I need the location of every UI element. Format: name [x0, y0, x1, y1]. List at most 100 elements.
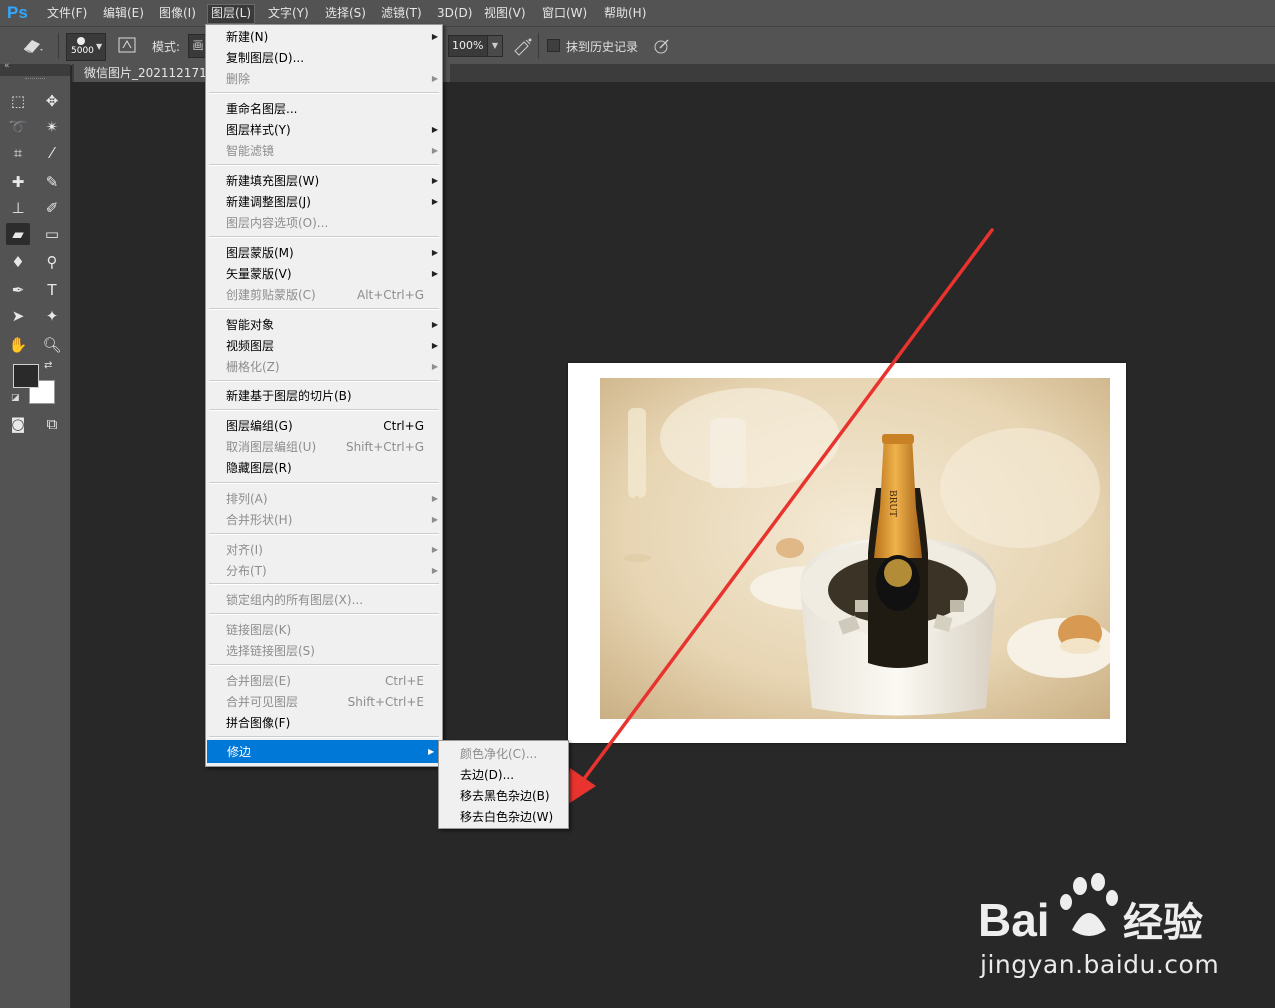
menu-select[interactable]: 选择(S) — [322, 5, 369, 23]
options-bar: 5000 ▼ 模式: 画笔 100% ▼ 抹到历史记录 — [0, 26, 1275, 66]
menu-item-hide-layers[interactable]: 隐藏图层(R) — [226, 458, 436, 478]
menu-item-combine-shapes[interactable]: 合并形状(H) ▶ — [226, 510, 438, 530]
menu-item-layer-content-options[interactable]: 图层内容选项(O)... — [226, 213, 436, 233]
layer-menu-dropdown: 新建(N) ▶ 复制图层(D)... 删除 ▶ 重命名图层... 图层样式(Y) ▶ … — [205, 24, 443, 767]
submenu-arrow-icon: ▶ — [431, 125, 438, 134]
path-selection-tool-icon[interactable]: ➤ — [6, 305, 30, 327]
submenu-arrow-icon: ▶ — [431, 248, 438, 257]
menu-item-matting-label: 修边 — [227, 745, 252, 759]
menu-item-layer-style[interactable]: 图层样式(Y) ▶ — [226, 120, 438, 140]
tools-panel: ⬚ ✥ ➰ ✴ ⌗ ⁄ ✚ ✎ ⊥ ✐ ▰ ▭ ♦ ⚲ ✒ T ➤ ✦ ✋ 🔍︎… — [0, 76, 71, 1008]
menu-item-layer-mask[interactable]: 图层蒙版(M) ▶ — [226, 243, 438, 263]
submenu-arrow-icon: ▶ — [431, 176, 438, 185]
submenu-item-color-decontaminate[interactable]: 颜色净化(C)... — [460, 744, 537, 764]
move-tool-icon[interactable]: ✥ — [40, 90, 64, 112]
shape-tool-icon[interactable]: ✦ — [40, 305, 64, 327]
menu-item-delete[interactable]: 删除 ▶ — [226, 69, 438, 89]
lasso-tool-icon[interactable]: ➰ — [6, 116, 30, 138]
submenu-item-remove-white-matte[interactable]: 移去白色杂边(W) — [460, 807, 553, 827]
hand-tool-icon[interactable]: ✋ — [6, 334, 30, 356]
menu-image[interactable]: 图像(I) — [156, 5, 199, 23]
menu-item-lock-all-layers-in-group[interactable]: 锁定组内的所有图层(X)... — [226, 590, 436, 610]
submenu-arrow-icon: ▶ — [431, 341, 438, 350]
default-colors-icon[interactable]: ◪ — [11, 393, 20, 403]
menu-item-new-adjustment-layer[interactable]: 新建调整图层(J) ▶ — [226, 192, 438, 212]
menu-item-new[interactable]: 新建(N) ▶ — [226, 27, 438, 47]
toolbar-header[interactable]: « — [0, 61, 70, 76]
marquee-tool-icon[interactable]: ⬚ — [6, 90, 30, 112]
paw-icon — [1060, 873, 1118, 936]
zoom-tool-icon[interactable]: 🔍︎ — [40, 334, 64, 356]
quick-mask-icon[interactable]: ◙ — [6, 413, 30, 435]
menu-item-ungroup-layers[interactable]: 取消图层编组(U) Shift+Ctrl+G — [226, 437, 436, 457]
menu-item-select-linked-layers[interactable]: 选择链接图层(S) — [226, 641, 436, 661]
menu-view[interactable]: 视图(V) — [481, 5, 529, 23]
menu-item-distribute[interactable]: 分布(T) ▶ — [226, 561, 438, 581]
pen-tool-icon[interactable]: ✒ — [6, 279, 30, 301]
menu-filter[interactable]: 滤镜(T) — [378, 5, 425, 23]
menu-file[interactable]: 文件(F) — [44, 5, 90, 23]
brush-panel-icon[interactable] — [117, 36, 137, 54]
menu-item-align[interactable]: 对齐(I) ▶ — [226, 540, 438, 560]
submenu-arrow-icon: ▶ — [431, 494, 438, 503]
menu-item-arrange[interactable]: 排列(A) ▶ — [226, 489, 438, 509]
menu-item-link-layers[interactable]: 链接图层(K) — [226, 620, 436, 640]
submenu-arrow-icon: ▶ — [431, 545, 438, 554]
dodge-tool-icon[interactable]: ⚲ — [40, 251, 64, 273]
magic-wand-tool-icon[interactable]: ✴ — [40, 116, 64, 138]
collapse-icon[interactable]: « — [4, 61, 10, 71]
menu-item-merge-layers[interactable]: 合并图层(E) Ctrl+E — [226, 671, 436, 691]
menu-edit[interactable]: 编辑(E) — [100, 5, 147, 23]
menu-bar: Ps 文件(F) 编辑(E) 图像(I) 图层(L) 文字(Y) 选择(S) 滤… — [0, 0, 1275, 26]
brush-tool-icon[interactable]: ✎ — [40, 171, 64, 193]
screen-mode-icon[interactable]: ⧉ — [40, 413, 64, 435]
brush-size-picker[interactable]: 5000 ▼ — [66, 33, 106, 61]
eraser-tool-icon[interactable]: ▰ — [6, 223, 30, 245]
healing-brush-tool-icon[interactable]: ✚ — [6, 171, 30, 193]
submenu-arrow-icon: ▶ — [428, 747, 435, 756]
erase-to-history-checkbox[interactable] — [547, 39, 560, 52]
eyedropper-tool-icon[interactable]: ⁄ — [40, 142, 64, 164]
matting-submenu: 颜色净化(C)... 去边(D)... 移去黑色杂边(B) 移去白色杂边(W) — [438, 740, 569, 829]
menu-item-merge-visible[interactable]: 合并可见图层 Shift+Ctrl+E — [226, 692, 436, 712]
menu-item-smart-filter[interactable]: 智能滤镜 ▶ — [226, 141, 438, 161]
brush-tip-icon — [77, 37, 85, 45]
watermark-brand: Bai — [978, 894, 1050, 946]
menu-item-duplicate-layer[interactable]: 复制图层(D)... — [226, 48, 436, 68]
gradient-tool-icon[interactable]: ▭ — [40, 223, 64, 245]
menu-item-flatten-image[interactable]: 拼合图像(F) — [226, 713, 436, 733]
blur-tool-icon[interactable]: ♦ — [6, 251, 30, 273]
menu-item-rasterize[interactable]: 栅格化(Z) ▶ — [226, 357, 438, 377]
clone-stamp-tool-icon[interactable]: ⊥ — [6, 197, 30, 219]
menu-item-group-layers[interactable]: 图层编组(G) Ctrl+G — [226, 416, 436, 436]
crop-tool-icon[interactable]: ⌗ — [6, 142, 30, 164]
type-tool-icon[interactable]: T — [40, 279, 64, 301]
opacity-dropdown-icon[interactable]: ▼ — [487, 35, 503, 57]
airbrush-icon[interactable] — [512, 36, 534, 56]
mode-label: 模式: — [152, 40, 181, 54]
menu-help[interactable]: 帮助(H) — [601, 5, 649, 23]
menu-item-create-clipping-mask[interactable]: 创建剪贴蒙版(C) Alt+Ctrl+G — [226, 285, 436, 305]
menu-3d[interactable]: 3D(D) — [434, 5, 475, 23]
history-brush-tool-icon[interactable]: ✐ — [40, 197, 64, 219]
menu-item-smart-objects[interactable]: 智能对象 ▶ — [226, 315, 438, 335]
menu-layer[interactable]: 图层(L) — [207, 4, 256, 24]
chevron-down-icon: ▼ — [96, 42, 103, 51]
swap-colors-icon[interactable]: ⇄ — [44, 360, 52, 371]
eraser-tool-preset-icon[interactable] — [20, 35, 44, 55]
annotation-arrow — [562, 228, 994, 808]
menu-item-video-layers[interactable]: 视频图层 ▶ — [226, 336, 438, 356]
pressure-size-icon[interactable] — [652, 36, 672, 56]
submenu-arrow-icon: ▶ — [431, 320, 438, 329]
submenu-arrow-icon: ▶ — [431, 74, 438, 83]
submenu-item-remove-black-matte[interactable]: 移去黑色杂边(B) — [460, 786, 550, 806]
menu-item-rename-layer[interactable]: 重命名图层... — [226, 99, 436, 119]
submenu-item-defringe[interactable]: 去边(D)... — [460, 765, 514, 785]
submenu-arrow-icon: ▶ — [431, 515, 438, 524]
menu-item-vector-mask[interactable]: 矢量蒙版(V) ▶ — [226, 264, 438, 284]
menu-window[interactable]: 窗口(W) — [539, 5, 590, 23]
menu-type[interactable]: 文字(Y) — [265, 5, 312, 23]
foreground-color-swatch[interactable] — [13, 364, 39, 388]
menu-item-new-layer-based-slice[interactable]: 新建基于图层的切片(B) — [226, 386, 436, 406]
menu-item-new-fill-layer[interactable]: 新建填充图层(W) ▶ — [226, 171, 438, 191]
